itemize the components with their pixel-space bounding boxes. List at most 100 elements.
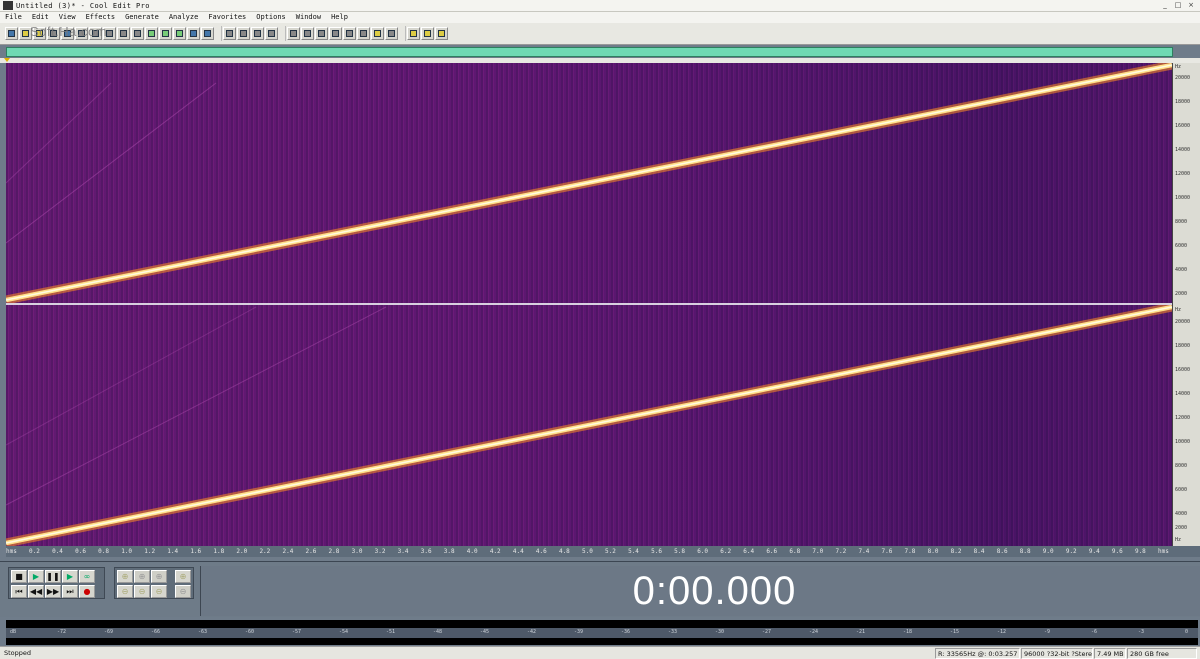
level-tick: -60 — [245, 629, 255, 635]
delete-button[interactable] — [201, 27, 214, 40]
close-button[interactable]: × — [1186, 1, 1196, 10]
go-to-start-button[interactable]: ⏮ — [11, 585, 27, 598]
zoom-out-vertical-icon[interactable]: ⊖ — [175, 585, 191, 598]
time-tick: 3.8 — [443, 548, 455, 555]
level-tick: -24 — [809, 629, 819, 635]
level-tick: -54 — [339, 629, 349, 635]
time-tick: 4.2 — [489, 548, 501, 555]
level-tick: -45 — [480, 629, 490, 635]
right-channel-spectrum[interactable] — [6, 305, 1172, 546]
phase-view-button[interactable] — [265, 27, 278, 40]
frequency-analysis-button[interactable] — [315, 27, 328, 40]
options-icon[interactable] — [407, 27, 420, 40]
play-to-end-button[interactable]: ▶ — [62, 570, 78, 583]
menu-edit[interactable]: Edit — [27, 12, 54, 23]
zoom-in-horizontal-icon[interactable]: ⊕ — [117, 570, 133, 583]
level-tick: -39 — [574, 629, 584, 635]
find-beats-button[interactable] — [343, 27, 356, 40]
time-tick: 0.8 — [98, 548, 109, 555]
minimize-button[interactable]: _ — [1160, 1, 1170, 10]
menu-analyze[interactable]: Analyze — [164, 12, 204, 23]
menu-window[interactable]: Window — [291, 12, 326, 23]
time-tick: 3.6 — [420, 548, 432, 555]
zoom-in-vertical-icon[interactable]: ⊕ — [175, 570, 191, 583]
menu-favorites[interactable]: Favorites — [203, 12, 251, 23]
go-to-end-button[interactable]: ⏭ — [62, 585, 78, 598]
play-list-button[interactable] — [301, 27, 314, 40]
spectral-view-button[interactable] — [237, 27, 250, 40]
time-tick: hms — [6, 548, 17, 555]
waveform-view-button[interactable] — [223, 27, 236, 40]
statistics-button[interactable] — [329, 27, 342, 40]
spectral-display[interactable] — [6, 63, 1172, 546]
level-tick: -3 — [1138, 629, 1145, 635]
hz-tick: 2000 — [1175, 525, 1188, 531]
help-icon[interactable] — [435, 27, 448, 40]
zoom-left-icon[interactable]: ⊖ — [134, 585, 150, 598]
mix-paste-button[interactable] — [173, 27, 186, 40]
time-tick: 7.6 — [881, 548, 893, 555]
menu-view[interactable]: View — [54, 12, 81, 23]
hz-tick: 14000 — [1175, 147, 1191, 153]
stop-button[interactable]: ■ — [11, 570, 27, 583]
time-ruler[interactable]: hms 0.2 0.4 0.6 0.8 1.0 1.2 1.4 1.6 1.8 2.0 2.2 2.4 2… — [6, 546, 1200, 557]
transport-controls: ■ ▶ ❚❚ ▶ ∞ ⏮ ◀◀ ▶▶ ⏭ ● — [8, 567, 105, 599]
hz-tick: 20000 — [1175, 319, 1191, 325]
level-tick: -9 — [1044, 629, 1051, 635]
mark-button[interactable] — [357, 27, 370, 40]
status-cursor: R: 33565Hz @: 0:03.257 — [935, 648, 1020, 659]
menu-effects[interactable]: Effects — [81, 12, 121, 23]
zoom-right-icon[interactable]: ⊖ — [151, 585, 167, 598]
hz-tick: 10000 — [1175, 439, 1191, 445]
hz-tick: 16000 — [1175, 123, 1191, 129]
play-button[interactable]: ▶ — [28, 570, 44, 583]
time-tick: 6.8 — [789, 548, 801, 555]
right-channel-sweep — [6, 305, 1172, 546]
zoom-out-horizontal-icon[interactable]: ⊖ — [117, 585, 133, 598]
zoom-out-full-icon[interactable]: ⊕ — [134, 570, 150, 583]
toggle-panel-button[interactable] — [385, 27, 398, 40]
time-tick: 5.8 — [674, 548, 685, 555]
menu-help[interactable]: Help — [326, 12, 353, 23]
level-tick: -42 — [527, 629, 537, 635]
hz-tick: 6000 — [1175, 487, 1188, 493]
maximize-button[interactable]: □ — [1173, 1, 1183, 10]
time-tick: 0.6 — [75, 548, 86, 555]
copy-button[interactable] — [145, 27, 158, 40]
time-tick: 3.2 — [374, 548, 386, 555]
cut-button[interactable] — [131, 27, 144, 40]
hz-tick: 8000 — [1175, 463, 1188, 469]
view-toggle-button[interactable] — [5, 27, 18, 40]
time-tick: 4.6 — [535, 548, 547, 555]
pan-view-button[interactable] — [251, 27, 264, 40]
time-tick: 2.0 — [236, 548, 248, 555]
zoom-selection-icon[interactable]: ⊕ — [151, 570, 167, 583]
paste-button[interactable] — [159, 27, 172, 40]
repeat-button[interactable] — [117, 27, 130, 40]
time-tick: 6.0 — [697, 548, 709, 555]
time-tick: 0.2 — [29, 548, 40, 555]
favorite-icon[interactable] — [421, 27, 434, 40]
trim-button[interactable] — [187, 27, 200, 40]
record-button[interactable]: ● — [79, 585, 95, 598]
time-tick: 1.2 — [144, 548, 156, 555]
time-tick: 7.2 — [835, 548, 847, 555]
left-channel-spectrum[interactable] — [6, 63, 1172, 303]
pause-button[interactable]: ❚❚ — [45, 570, 61, 583]
start-marker-icon[interactable] — [4, 58, 10, 62]
level-tick: -72 — [57, 629, 67, 635]
menu-options[interactable]: Options — [251, 12, 291, 23]
rewind-button[interactable]: ◀◀ — [28, 585, 44, 598]
hz-tick: 18000 — [1175, 99, 1191, 105]
loop-button[interactable]: ∞ — [79, 570, 95, 583]
fast-forward-button[interactable]: ▶▶ — [45, 585, 61, 598]
time-tick: 2.6 — [305, 548, 317, 555]
menu-generate[interactable]: Generate — [120, 12, 164, 23]
hz-tick: 20000 — [1175, 75, 1191, 81]
time-tick: 1.6 — [190, 548, 202, 555]
settings-button[interactable] — [371, 27, 384, 40]
time-tick: 4.8 — [558, 548, 570, 555]
overview-bar[interactable] — [6, 47, 1173, 57]
menu-file[interactable]: File — [0, 12, 27, 23]
cue-list-button[interactable] — [287, 27, 300, 40]
